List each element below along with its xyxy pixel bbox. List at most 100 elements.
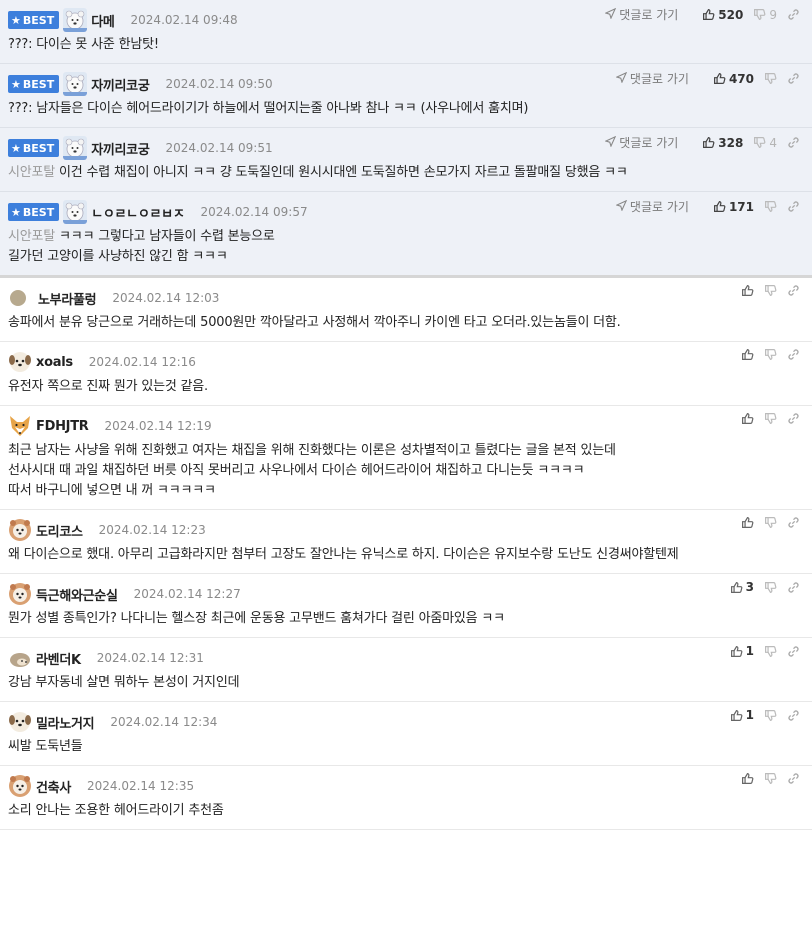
upvote-button[interactable]: 1 (730, 708, 754, 722)
comment-actions (731, 284, 800, 297)
share-link-button[interactable] (787, 136, 800, 149)
upvote-count: 171 (728, 199, 754, 214)
link-icon (787, 72, 800, 85)
nickname[interactable]: 밀라노거지 (36, 713, 95, 732)
share-link-button[interactable] (787, 581, 800, 594)
thumbs-down-icon (764, 412, 777, 425)
comment-text: 왜 다이슨으로 했대. 아무리 고급화라지만 첨부터 고장도 잘안나는 유닉스로… (8, 547, 679, 562)
goto-comment-link[interactable]: 댓글로 가기 (604, 134, 678, 151)
upvote-button[interactable]: 3 (730, 580, 754, 594)
downvote-button[interactable] (764, 709, 777, 722)
share-link-button[interactable] (787, 200, 800, 213)
share-link-button[interactable] (787, 645, 800, 658)
comment-actions: 1 (720, 708, 800, 722)
nickname[interactable]: 건축사 (36, 777, 71, 796)
thumbs-down-icon (764, 581, 777, 594)
nickname[interactable]: FDHJTR (36, 419, 89, 434)
comment-line: 소리 안나는 조용한 헤어드라이기 추천좀 (8, 801, 804, 821)
share-link-button[interactable] (787, 772, 800, 785)
goto-comment-link[interactable]: 댓글로 가기 (615, 198, 689, 215)
comment-body: ???: 다이슨 못 사준 한남탓! (8, 33, 804, 63)
upvote-button[interactable] (741, 772, 754, 785)
upvote-button[interactable] (741, 348, 754, 361)
avatar[interactable] (8, 518, 32, 542)
avatar[interactable] (63, 136, 88, 160)
upvote-button[interactable]: 328 (702, 136, 743, 150)
comment-actions: 댓글로 가기 520 9 (604, 6, 800, 23)
nickname[interactable]: 득근해와근순실 (36, 585, 118, 604)
goto-comment-link[interactable]: 댓글로 가기 (604, 6, 679, 23)
downvote-button[interactable] (764, 645, 777, 658)
thumbs-up-icon (741, 772, 754, 785)
comment-line: 선사시대 때 과일 채집하던 버릇 아직 못버리고 사우나에서 다이슨 헤어드라… (8, 461, 804, 481)
downvote-button[interactable] (764, 72, 777, 85)
share-link-button[interactable] (787, 412, 800, 425)
upvote-button[interactable]: 470 (713, 72, 754, 86)
share-link-button[interactable] (787, 72, 800, 85)
link-icon (787, 200, 800, 213)
thumbs-down-icon (764, 516, 777, 529)
avatar[interactable] (8, 582, 32, 606)
avatar[interactable] (8, 710, 32, 734)
link-icon (787, 136, 800, 149)
share-link-button[interactable] (787, 8, 800, 21)
comment-line: 시안포탈 ㅋㅋㅋ 그렇다고 남자들이 수렵 본능으로 (8, 227, 804, 247)
link-icon (787, 645, 800, 658)
nickname[interactable]: 라벤더K (36, 649, 81, 668)
link-icon (787, 772, 800, 785)
link-icon (787, 709, 800, 722)
upvote-button[interactable] (741, 412, 754, 425)
avatar[interactable] (63, 72, 88, 96)
downvote-button[interactable] (764, 581, 777, 594)
star-icon: ★ (11, 13, 21, 27)
avatar[interactable] (8, 646, 32, 670)
nickname[interactable]: 도리코스 (36, 521, 83, 540)
thumbs-up-icon (741, 412, 754, 425)
comment-text: 길가던 고양이를 사냥하진 않긴 함 ㅋㅋㅋ (8, 249, 228, 264)
downvote-button[interactable]: 4 (753, 136, 777, 150)
downvote-button[interactable] (764, 412, 777, 425)
thumbs-down-icon (764, 72, 777, 85)
goto-comment-label: 댓글로 가기 (629, 72, 689, 86)
comment-body: 시안포탈 ㅋㅋㅋ 그렇다고 남자들이 수렵 본능으로길가던 고양이를 사냥하진 않… (8, 225, 804, 275)
share-link-button[interactable] (787, 709, 800, 722)
downvote-button[interactable] (764, 772, 777, 785)
comment-actions: 댓글로 가기 328 4 (604, 134, 800, 151)
comment-actions: 1 (720, 644, 800, 658)
downvote-button[interactable]: 9 (753, 8, 777, 22)
upvote-button[interactable]: 171 (713, 200, 754, 214)
upvote-button[interactable] (741, 516, 754, 529)
share-link-button[interactable] (787, 284, 800, 297)
upvote-count: 328 (718, 135, 744, 150)
comment-actions (731, 412, 800, 425)
avatar[interactable] (8, 414, 32, 438)
avatar[interactable] (8, 350, 32, 374)
comment-header: 득근해와근순실 2024.02.14 12:27 (8, 581, 804, 607)
upvote-button[interactable]: 520 (702, 8, 743, 22)
nickname[interactable]: 노부라풀렁 (38, 289, 97, 308)
upvote-count: 520 (718, 7, 744, 22)
downvote-button[interactable] (764, 284, 777, 297)
link-icon (787, 284, 800, 297)
upvote-button[interactable] (741, 284, 754, 297)
downvote-button[interactable] (764, 200, 777, 213)
nickname[interactable]: ㄴㅇㄹㄴㅇㄹㅂㅈ (91, 203, 185, 222)
downvote-button[interactable] (764, 516, 777, 529)
goto-comment-link[interactable]: 댓글로 가기 (615, 70, 689, 87)
avatar[interactable] (10, 290, 26, 306)
share-link-button[interactable] (787, 348, 800, 361)
nickname[interactable]: 다메 (91, 11, 115, 30)
downvote-button[interactable] (764, 348, 777, 361)
comment-line: 뭔가 성별 종특인가? 나다니는 헬스장 최근에 운동용 고무밴드 훔쳐가다 걸… (8, 609, 804, 629)
nickname[interactable]: xoals (36, 355, 73, 370)
avatar[interactable] (8, 774, 32, 798)
link-icon (787, 516, 800, 529)
avatar[interactable] (63, 8, 88, 32)
avatar[interactable] (63, 200, 88, 224)
nickname[interactable]: 자끼리코궁 (91, 139, 150, 158)
downvote-count: 4 (769, 135, 777, 150)
goto-comment-label: 댓글로 가기 (619, 8, 679, 22)
upvote-button[interactable]: 1 (730, 644, 754, 658)
nickname[interactable]: 자끼리코궁 (91, 75, 150, 94)
share-link-button[interactable] (787, 516, 800, 529)
